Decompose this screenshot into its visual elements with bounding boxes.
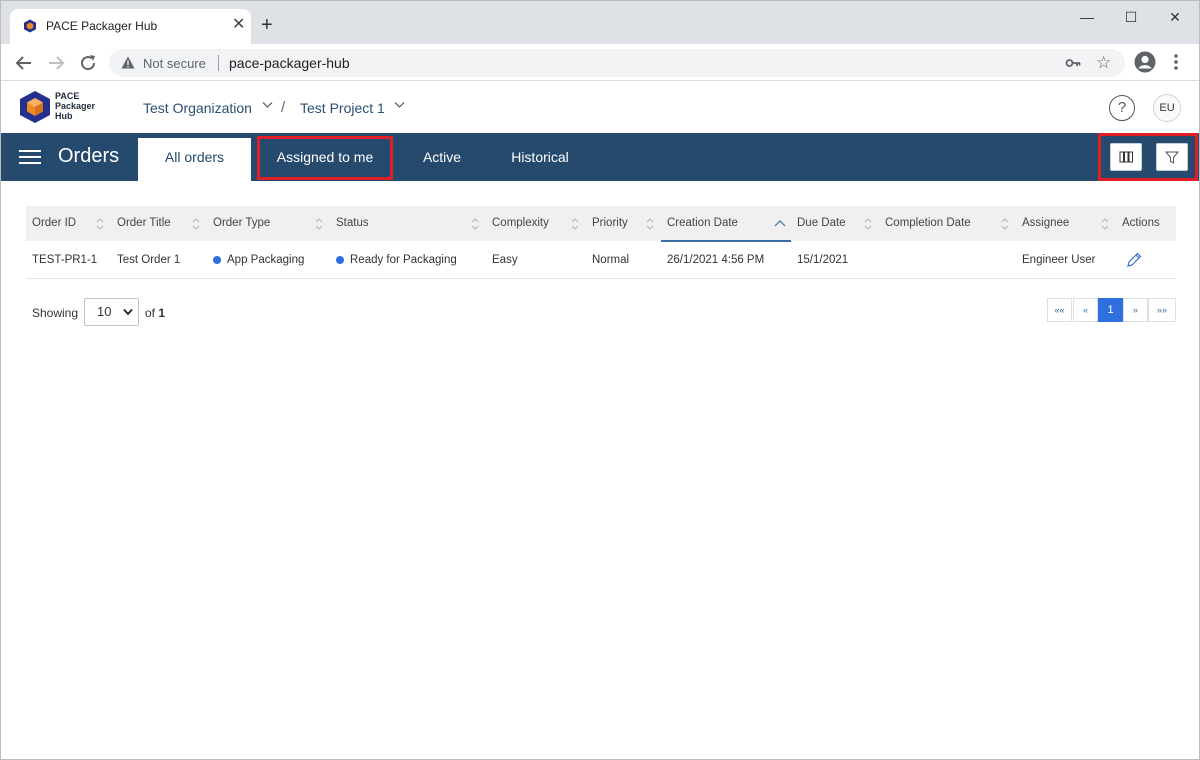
page-size-value: 10 <box>97 304 112 319</box>
table-row[interactable]: TEST-PR1-1 Test Order 1 App Packaging Re… <box>26 241 1176 279</box>
prev-page-button[interactable]: « <box>1073 298 1098 322</box>
sort-icon[interactable] <box>315 217 323 231</box>
edit-pencil-icon[interactable] <box>1125 251 1143 269</box>
tab-all-orders[interactable]: All orders <box>138 138 251 181</box>
of-label: of <box>145 306 156 320</box>
app-header: PACE Packager Hub Test Organization / Te… <box>1 82 1199 133</box>
user-avatar[interactable]: EU <box>1153 94 1181 122</box>
cell-status: Ready for Packaging <box>350 254 457 266</box>
breadcrumb-separator: / <box>281 99 286 116</box>
app-favicon-icon <box>24 19 36 33</box>
pace-logo-icon[interactable] <box>19 90 51 124</box>
col-complexity[interactable]: Complexity <box>492 206 549 241</box>
col-creation-date[interactable]: Creation Date <box>667 206 738 241</box>
close-window-button[interactable]: ✕ <box>1152 7 1198 27</box>
sort-icon[interactable] <box>192 217 200 231</box>
col-order-type[interactable]: Order Type <box>213 206 270 241</box>
cell-order-id: TEST-PR1-1 <box>32 254 98 266</box>
sort-icon[interactable] <box>1101 217 1109 231</box>
next-page-button[interactable]: » <box>1123 298 1148 322</box>
col-order-title[interactable]: Order Title <box>117 206 171 241</box>
back-arrow-icon[interactable] <box>13 52 35 74</box>
col-actions: Actions <box>1122 217 1160 229</box>
reload-icon[interactable] <box>77 52 99 74</box>
highlight-assigned-tab <box>257 136 393 180</box>
col-priority[interactable]: Priority <box>592 206 628 241</box>
browser-titlebar: PACE Packager Hub ✕ + — ☐ ✕ <box>1 1 1199 44</box>
cell-order-title: Test Order 1 <box>117 254 181 266</box>
col-completion-date[interactable]: Completion Date <box>885 206 971 241</box>
highlight-toolbar-buttons <box>1098 133 1198 181</box>
cell-priority: Normal <box>592 254 630 266</box>
minimize-button[interactable]: — <box>1064 7 1110 27</box>
url-text[interactable]: pace-packager-hub <box>229 55 350 71</box>
logo-wordmark: PACE Packager Hub <box>55 91 95 121</box>
browser-window: PACE Packager Hub ✕ + — ☐ ✕ Not secure p <box>0 0 1200 760</box>
sort-icon[interactable] <box>471 217 479 231</box>
warning-icon <box>121 56 135 69</box>
key-icon[interactable] <box>1065 55 1081 71</box>
maximize-button[interactable]: ☐ <box>1108 7 1154 27</box>
browser-tab[interactable]: PACE Packager Hub ✕ <box>10 9 251 44</box>
project-chevron-down-icon[interactable] <box>394 101 405 109</box>
showing-label: Showing <box>32 306 79 320</box>
browser-menu-icon[interactable] <box>1173 52 1179 72</box>
sort-icon[interactable] <box>96 217 104 231</box>
page-1-button[interactable]: 1 <box>1098 298 1123 322</box>
security-label[interactable]: Not secure <box>143 56 206 71</box>
status-dot-icon <box>336 256 344 264</box>
page-size-select[interactable]: 10 <box>84 298 139 326</box>
first-page-button[interactable]: «« <box>1047 298 1072 322</box>
breadcrumb-organization[interactable]: Test Organization <box>143 100 252 116</box>
profile-icon[interactable] <box>1134 51 1156 73</box>
omnibox-divider <box>218 55 219 71</box>
hamburger-menu-icon[interactable] <box>19 150 41 164</box>
col-assignee[interactable]: Assignee <box>1022 206 1069 241</box>
sort-ascending-icon[interactable] <box>774 217 786 231</box>
breadcrumb-project[interactable]: Test Project 1 <box>300 100 385 116</box>
page-title: Orders <box>58 145 120 167</box>
logo-line-1: PACE <box>55 91 80 101</box>
address-bar-row: Not secure pace-packager-hub ☆ <box>1 44 1199 81</box>
total-pages: 1 <box>158 306 166 320</box>
cell-order-type: App Packaging <box>227 254 305 266</box>
sort-icon[interactable] <box>646 217 654 231</box>
cell-due-date: 15/1/2021 <box>797 254 849 266</box>
omnibox[interactable]: Not secure pace-packager-hub ☆ <box>109 49 1125 77</box>
forward-arrow-icon[interactable] <box>45 52 67 74</box>
sort-icon[interactable] <box>1001 217 1009 231</box>
sort-icon[interactable] <box>864 217 872 231</box>
tab-active[interactable]: Active <box>408 133 476 181</box>
select-chevron-down-icon <box>123 308 133 316</box>
tab-historical[interactable]: Historical <box>498 133 582 181</box>
last-page-button[interactable]: »» <box>1148 298 1176 322</box>
table-header: Order ID Order Title Order Type Status C… <box>26 206 1176 241</box>
tab-title: PACE Packager Hub <box>46 19 158 33</box>
help-button[interactable]: ? <box>1109 95 1135 121</box>
cell-complexity: Easy <box>492 254 518 266</box>
org-chevron-down-icon[interactable] <box>262 101 273 109</box>
bookmark-star-icon[interactable]: ☆ <box>1096 54 1111 72</box>
col-order-id[interactable]: Order ID <box>32 206 76 241</box>
type-dot-icon <box>213 256 221 264</box>
logo-line-3: Hub <box>55 111 73 121</box>
cell-assignee: Engineer User <box>1022 254 1096 266</box>
orders-toolbar: Orders All orders Assigned to me Active … <box>1 133 1199 181</box>
new-tab-button[interactable]: + <box>261 15 273 35</box>
page-count: of 1 <box>145 306 165 320</box>
col-due-date[interactable]: Due Date <box>797 206 846 241</box>
tab-close-icon[interactable]: ✕ <box>232 17 245 33</box>
cell-creation-date: 26/1/2021 4:56 PM <box>667 254 765 266</box>
col-status[interactable]: Status <box>336 206 369 241</box>
sort-icon[interactable] <box>571 217 579 231</box>
logo-line-2: Packager <box>55 101 96 111</box>
